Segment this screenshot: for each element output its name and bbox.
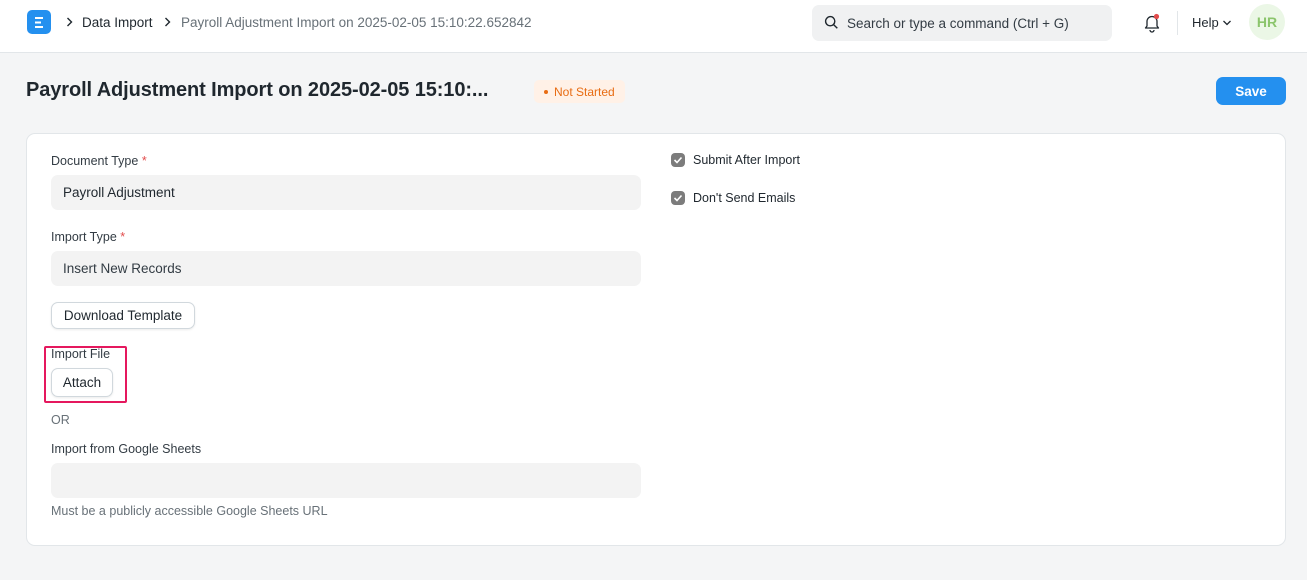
chevron-right-icon [64, 15, 74, 29]
dont-send-emails-label: Don't Send Emails [693, 191, 796, 205]
document-type-field[interactable]: Payroll Adjustment [51, 175, 641, 210]
status-dot-icon [544, 89, 548, 94]
help-dropdown[interactable]: Help [1192, 15, 1232, 30]
status-label: Not Started [554, 84, 615, 99]
search-input[interactable] [847, 5, 1102, 41]
submit-after-import-checkbox[interactable]: Submit After Import [671, 153, 800, 167]
bell-icon[interactable] [1143, 13, 1161, 33]
avatar[interactable]: HR [1249, 4, 1285, 40]
submit-after-import-label: Submit After Import [693, 153, 800, 167]
search-icon [824, 15, 839, 33]
document-type-label: Document Type * [51, 154, 147, 168]
google-sheets-input[interactable] [51, 463, 641, 498]
save-button[interactable]: Save [1216, 77, 1286, 105]
import-type-label: Import Type * [51, 230, 126, 244]
search-bar[interactable] [812, 5, 1112, 41]
chevron-down-icon [1222, 15, 1232, 30]
required-mark: * [141, 154, 147, 168]
status-badge: Not Started [534, 80, 625, 103]
breadcrumb-current[interactable]: Payroll Adjustment Import on 2025-02-05 … [181, 14, 532, 31]
check-icon[interactable] [671, 191, 685, 205]
check-icon[interactable] [671, 153, 685, 167]
dont-send-emails-checkbox[interactable]: Don't Send Emails [671, 191, 795, 205]
app-logo-icon[interactable] [27, 10, 51, 34]
import-file-label: Import File [51, 347, 111, 361]
page-title: Payroll Adjustment Import on 2025-02-05 … [26, 79, 489, 101]
or-separator: OR [51, 413, 70, 427]
form-card: Document Type * Payroll Adjustment Impor… [26, 133, 1286, 546]
download-template-button[interactable]: Download Template [51, 302, 195, 329]
navbar: Data Import Payroll Adjustment Import on… [0, 0, 1307, 53]
nav-divider [1177, 11, 1178, 35]
breadcrumb-data-import[interactable]: Data Import [82, 14, 153, 31]
import-type-field[interactable]: Insert New Records [51, 251, 641, 286]
required-mark: * [120, 230, 126, 244]
chevron-right-icon [162, 15, 172, 29]
google-sheets-help: Must be a publicly accessible Google She… [51, 504, 328, 518]
attach-button[interactable]: Attach [51, 368, 113, 397]
help-label: Help [1192, 15, 1219, 30]
google-sheets-label: Import from Google Sheets [51, 442, 202, 456]
